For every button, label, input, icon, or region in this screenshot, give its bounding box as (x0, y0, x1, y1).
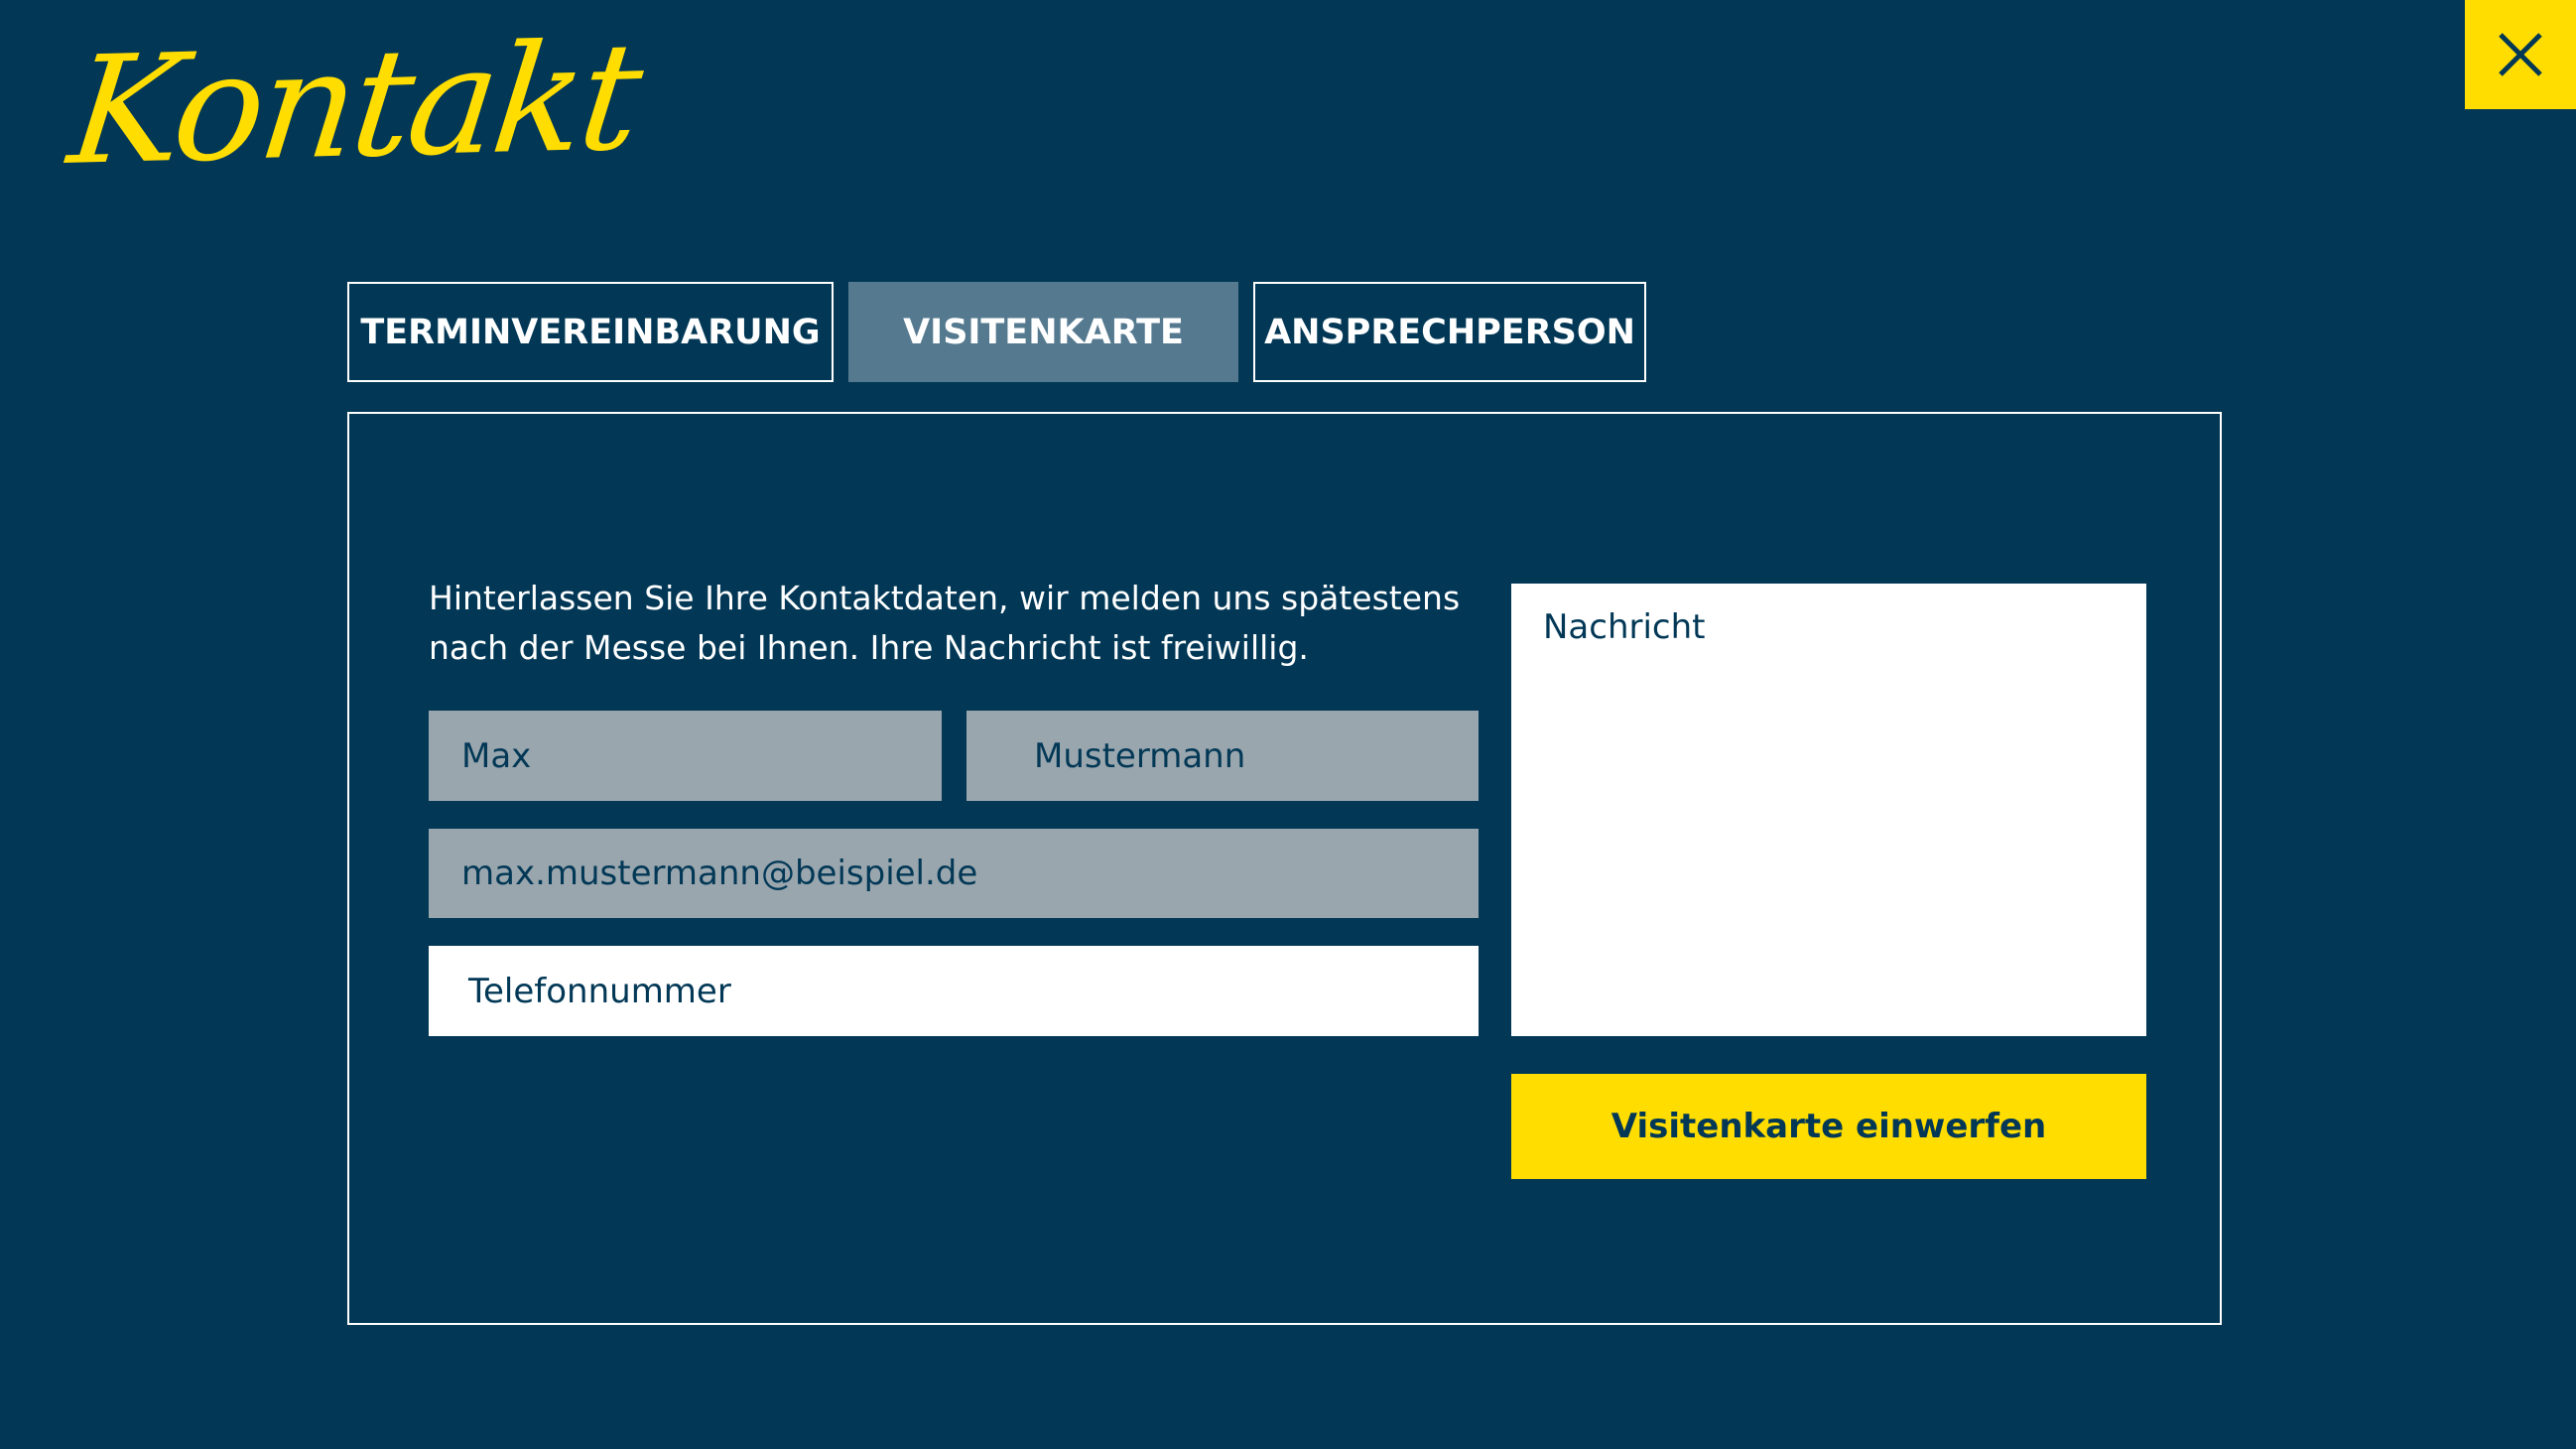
email-value: max.mustermann@beispiel.de (461, 854, 978, 893)
tab-visitenkarte[interactable]: VISITENKARTE (848, 282, 1238, 382)
phone-placeholder: Telefonnummer (468, 971, 731, 1011)
first-name-field[interactable]: Max (429, 711, 942, 801)
close-button[interactable] (2465, 0, 2576, 109)
tab-ansprechperson[interactable]: ANSPRECHPERSON (1253, 282, 1646, 382)
form-intro-text: Hinterlassen Sie Ihre Kontaktdaten, wir … (429, 579, 1461, 667)
last-name-value: Mustermann (1034, 735, 1246, 776)
page-title: Kontakt (62, 11, 647, 198)
message-placeholder: Nachricht (1543, 607, 1706, 647)
first-name-value: Max (461, 735, 532, 776)
email-field[interactable]: max.mustermann@beispiel.de (429, 829, 1479, 918)
submit-button[interactable]: Visitenkarte einwerfen (1511, 1074, 2146, 1179)
last-name-field[interactable]: Mustermann (966, 711, 1479, 801)
tab-terminvereinbarung[interactable]: TERMINVEREINBARUNG (347, 282, 834, 382)
message-textarea[interactable]: Nachricht (1511, 584, 2146, 1036)
close-icon (2499, 33, 2542, 76)
phone-field[interactable]: Telefonnummer (429, 946, 1479, 1036)
